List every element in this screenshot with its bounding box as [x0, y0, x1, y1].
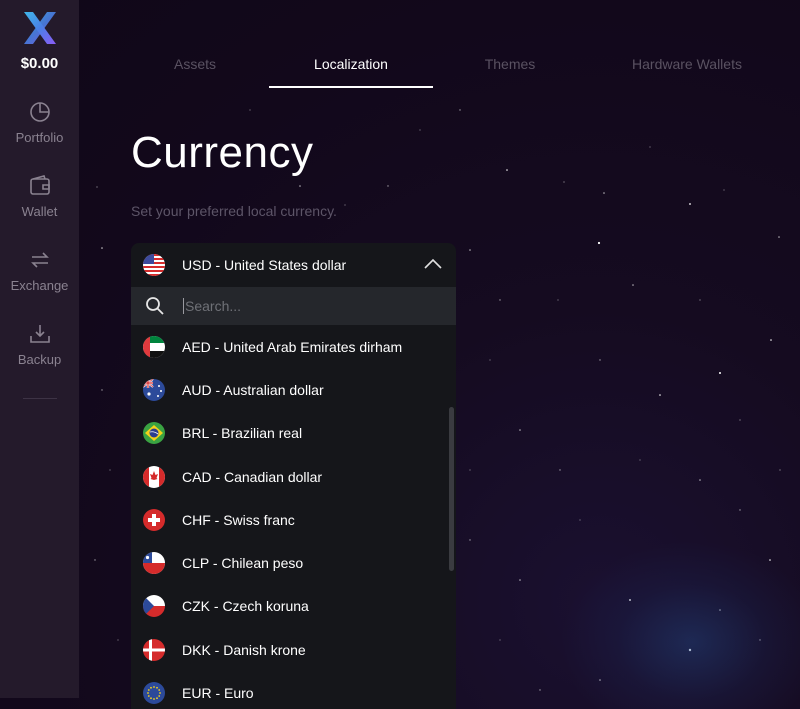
selected-currency: USD - United States dollar: [182, 257, 347, 273]
currency-option-label: CAD - Canadian dollar: [182, 468, 323, 485]
sidebar-item-exchange[interactable]: Exchange: [0, 248, 79, 322]
settings-tabs: Assets Localization Themes Hardware Wall…: [79, 40, 800, 90]
portfolio-balance: $0.00: [20, 55, 59, 72]
sidebar-item-label: Portfolio: [15, 130, 64, 145]
exchange-arrows-icon: [30, 252, 49, 268]
currency-option-label: AED - United Arab Emirates dirham: [182, 338, 403, 355]
sidebar-divider: [22, 398, 57, 399]
list-item[interactable]: CHF - Swiss franc: [131, 498, 456, 541]
page-title: Currency: [131, 128, 314, 177]
currency-search-input[interactable]: [183, 298, 423, 314]
download-tray-icon: [29, 325, 50, 343]
us-flag-icon: [143, 254, 165, 276]
tab-hardware-wallets[interactable]: Hardware Wallets: [609, 40, 765, 88]
currency-option-label: CLP - Chilean peso: [182, 555, 304, 572]
list-item[interactable]: BRL - Brazilian real: [131, 412, 456, 455]
tab-localization[interactable]: Localization: [269, 40, 433, 88]
chevron-up-icon[interactable]: [424, 257, 442, 271]
brazil-flag-icon: [143, 422, 165, 445]
currency-select[interactable]: USD - United States dollar: [131, 243, 456, 287]
tab-themes[interactable]: Themes: [449, 40, 571, 88]
currency-dropdown: USD - United States dollar AED - United …: [131, 243, 456, 709]
page-subtitle: Set your preferred local currency.: [131, 203, 337, 219]
pie-chart-icon: [29, 102, 50, 122]
tab-assets[interactable]: Assets: [129, 40, 261, 88]
currency-option-label: AUD - Australian dollar: [182, 381, 324, 398]
australia-flag-icon: [143, 378, 165, 401]
exodus-logo-icon[interactable]: [20, 9, 60, 49]
list-item[interactable]: EUR - Euro: [131, 671, 456, 709]
sidebar: $0.00 Portfolio Wallet Exchange Backup: [0, 0, 79, 698]
nebula-glow: [560, 540, 800, 709]
list-item[interactable]: CZK - Czech koruna: [131, 585, 456, 628]
currency-list-scrollbar[interactable]: [449, 407, 454, 571]
sidebar-item-label: Backup: [17, 352, 62, 367]
currency-option-label: DKK - Danish krone: [182, 641, 306, 658]
sidebar-item-label: Exchange: [10, 278, 69, 293]
list-item[interactable]: AUD - Australian dollar: [131, 368, 456, 411]
list-item[interactable]: CAD - Canadian dollar: [131, 455, 456, 498]
list-item[interactable]: CLP - Chilean peso: [131, 541, 456, 584]
currency-option-label: BRL - Brazilian real: [182, 425, 303, 442]
currency-search-bar: [131, 287, 456, 325]
currency-list: AED - United Arab Emirates dirham AUD - …: [131, 325, 456, 709]
sidebar-nav: Portfolio Wallet Exchange Backup: [0, 100, 79, 399]
czech-flag-icon: [143, 595, 165, 618]
chile-flag-icon: [143, 552, 165, 575]
currency-option-label: CHF - Swiss franc: [182, 511, 295, 528]
switzerland-flag-icon: [143, 508, 165, 531]
currency-option-label: CZK - Czech koruna: [182, 598, 309, 615]
currency-option-label: EUR - Euro: [182, 685, 254, 702]
sidebar-item-portfolio[interactable]: Portfolio: [0, 100, 79, 174]
denmark-flag-icon: [143, 638, 165, 661]
canada-flag-icon: [143, 465, 165, 488]
eu-flag-icon: [143, 682, 165, 705]
search-icon: [146, 297, 164, 315]
wallet-icon: [29, 175, 50, 195]
sidebar-item-wallet[interactable]: Wallet: [0, 174, 79, 248]
sidebar-item-label: Wallet: [21, 204, 58, 219]
uae-flag-icon: [143, 335, 165, 358]
list-item[interactable]: DKK - Danish krone: [131, 628, 456, 671]
list-item[interactable]: AED - United Arab Emirates dirham: [131, 325, 456, 368]
sidebar-item-backup[interactable]: Backup: [0, 322, 79, 396]
